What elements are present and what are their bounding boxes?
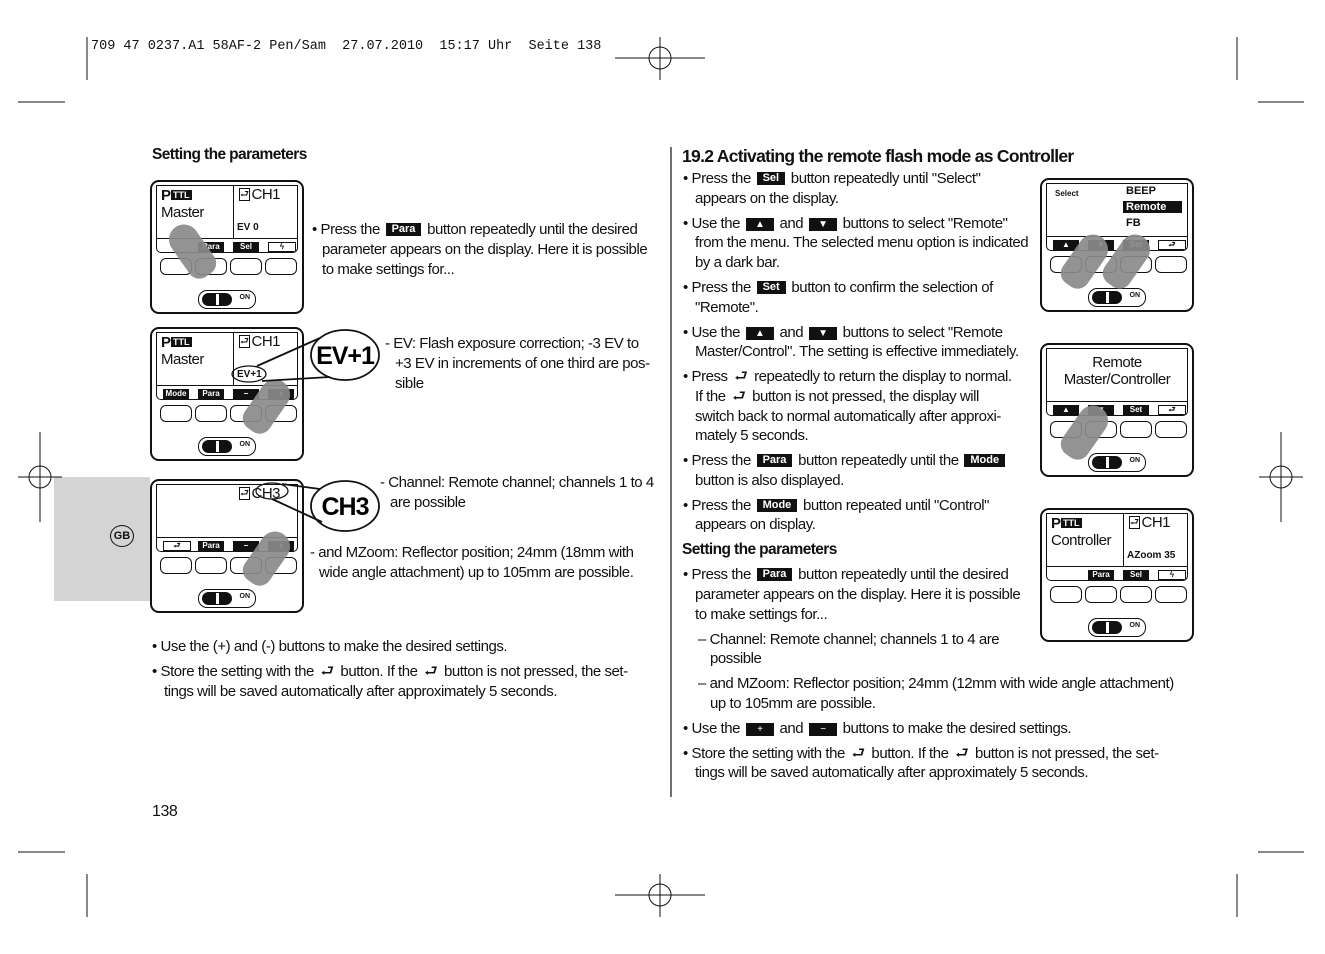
page-number: 138: [152, 803, 178, 820]
callouts: EV+1 CH3: [231, 329, 380, 532]
manual-page: 709 47 0237.A1 58AF-2 Pen/Sam 27.07.2010…: [0, 0, 1325, 954]
callout-ch-label: CH3: [321, 493, 368, 521]
callout-ev-label: EV+1: [316, 342, 375, 370]
